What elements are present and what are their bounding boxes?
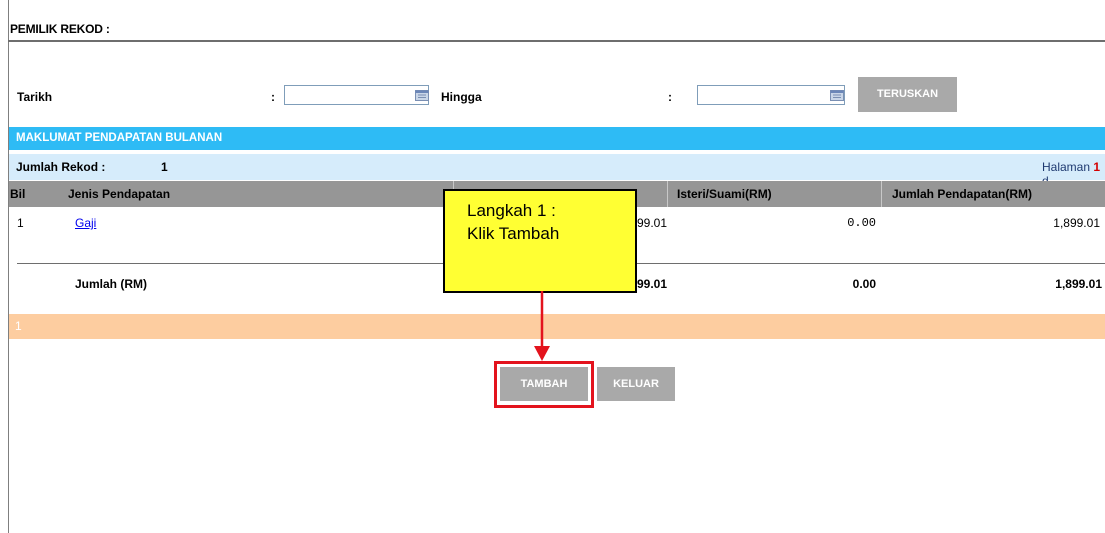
col-jenis-pendapatan: Jenis Pendapatan xyxy=(68,187,171,201)
col-jumlah-pendapatan: Jumlah Pendapatan(RM) xyxy=(892,187,1033,201)
row-total: 1,899.01 xyxy=(1053,216,1100,230)
date-to-input[interactable] xyxy=(697,85,845,105)
total-label: Jumlah (RM) xyxy=(75,277,147,291)
date-from-input[interactable] xyxy=(284,85,429,105)
record-count-row: Jumlah Rekod : 1 Halaman 1 d xyxy=(9,154,1105,188)
total-spouse: 0.00 xyxy=(852,277,876,291)
total-sum: 1,899.01 xyxy=(1055,277,1102,291)
date-to-colon: : xyxy=(668,90,672,104)
row-bil: 1 xyxy=(17,216,24,230)
keluar-button[interactable]: KELUAR xyxy=(597,367,675,401)
date-to-label: Hingga xyxy=(441,90,482,104)
calendar-icon[interactable] xyxy=(415,90,429,101)
owner-bar: PEMILIK REKOD : xyxy=(8,0,1105,42)
pager-row: 1 xyxy=(9,314,1105,339)
page-number[interactable]: 1 xyxy=(15,319,22,333)
date-from-label: Tarikh xyxy=(17,90,53,104)
section-title: MAKLUMAT PENDAPATAN BULANAN xyxy=(16,132,223,144)
date-from-colon: : xyxy=(271,90,275,104)
row-jenis-link[interactable]: Gaji xyxy=(75,216,96,230)
row-spouse: 0.00 xyxy=(847,216,876,230)
col-divider xyxy=(881,181,882,207)
col-isteri-suami: Isteri/Suami(RM) xyxy=(677,187,772,201)
total-amount: 99.01 xyxy=(637,277,668,291)
section-title-bar: MAKLUMAT PENDAPATAN BULANAN xyxy=(9,127,1105,150)
callout-instruction: Klik Tambah xyxy=(467,224,560,243)
col-bil: Bil xyxy=(10,187,26,201)
callout-step: Langkah 1 : xyxy=(467,201,556,220)
arrow-down-icon xyxy=(534,291,550,361)
row-amount: 99.01 xyxy=(637,216,668,230)
tambah-highlight-box xyxy=(494,361,594,408)
col-divider xyxy=(667,181,668,207)
instruction-callout: Langkah 1 : Klik Tambah xyxy=(443,189,637,293)
owner-label: PEMILIK REKOD : xyxy=(10,22,110,36)
record-count-value: 1 xyxy=(161,160,168,174)
teruskan-button[interactable]: TERUSKAN xyxy=(858,77,957,112)
calendar-icon[interactable] xyxy=(830,90,844,101)
record-count-label: Jumlah Rekod : xyxy=(16,160,106,174)
